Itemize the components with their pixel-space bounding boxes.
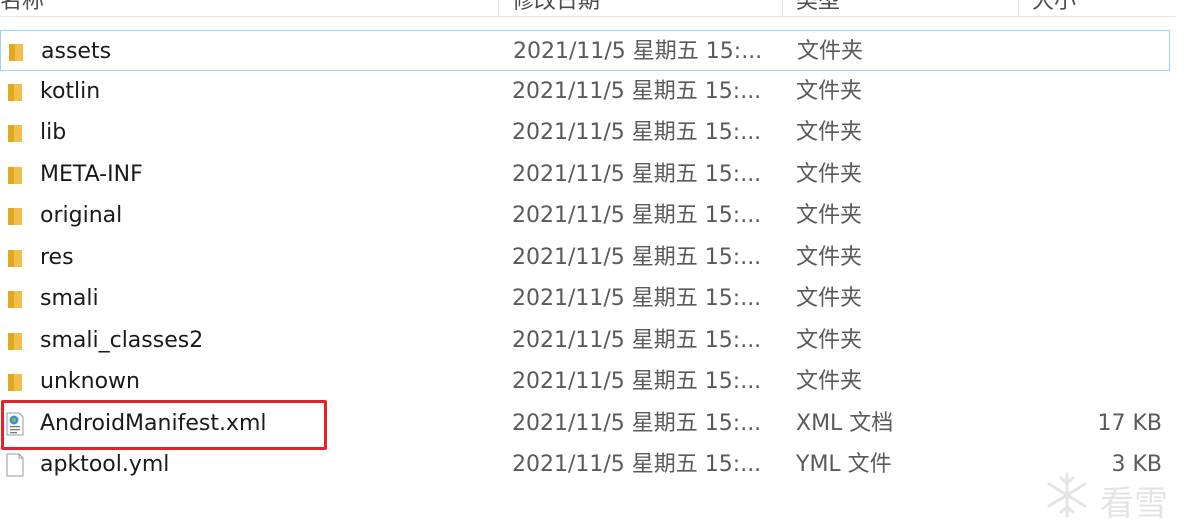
column-header-date[interactable]: 修改日期 [512, 0, 600, 14]
file-type: 文件夹 [797, 39, 864, 64]
file-name: assets [41, 39, 112, 64]
column-header-bar: 名称 修改日期 类型 大小 [0, 0, 1176, 17]
file-size: 17 KB [1097, 411, 1162, 436]
file-date: 2021/11/5 星期五 15:... [513, 39, 763, 64]
file-type: XML 文档 [796, 411, 894, 436]
file-type: YML 文件 [796, 452, 892, 477]
file-date: 2021/11/5 星期五 15:... [512, 328, 762, 353]
file-type: 文件夹 [796, 369, 863, 394]
file-name: original [40, 203, 123, 228]
file-type: 文件夹 [796, 162, 863, 187]
highlight-box [1, 400, 327, 450]
file-type: 文件夹 [796, 286, 863, 311]
file-date: 2021/11/5 星期五 15:... [512, 120, 762, 145]
folder-icon [8, 84, 22, 101]
file-date: 2021/11/5 星期五 15:... [512, 203, 762, 228]
file-date: 2021/11/5 星期五 15:... [512, 286, 762, 311]
file-name: META-INF [40, 162, 143, 187]
column-header-type[interactable]: 类型 [796, 0, 840, 14]
file-name: smali_classes2 [40, 328, 204, 353]
watermark: 看雪 [1042, 470, 1192, 524]
file-row-assets[interactable]: assets 2021/11/5 星期五 15:... 文件夹 [0, 30, 1170, 71]
file-date: 2021/11/5 星期五 15:... [512, 79, 762, 104]
file-row-lib[interactable]: lib 2021/11/5 星期五 15:... 文件夹 [0, 112, 1170, 153]
file-type: 文件夹 [796, 328, 863, 353]
file-name: unknown [40, 369, 140, 394]
file-row-res[interactable]: res 2021/11/5 星期五 15:... 文件夹 [0, 237, 1170, 278]
file-name: smali [40, 286, 99, 311]
snowflake-icon [1047, 472, 1087, 518]
file-row-apktool[interactable]: apktool.yml 2021/11/5 星期五 15:... YML 文件 … [0, 444, 1170, 485]
column-header-name[interactable]: 名称 [0, 0, 44, 14]
column-header-size[interactable]: 大小 [1032, 0, 1076, 14]
file-type: 文件夹 [796, 203, 863, 228]
file-date: 2021/11/5 星期五 15:... [512, 162, 762, 187]
folder-icon [8, 291, 22, 308]
column-divider[interactable] [782, 0, 783, 16]
file-date: 2021/11/5 星期五 15:... [512, 245, 762, 270]
watermark-text: 看雪 [1100, 484, 1168, 524]
file-date: 2021/11/5 星期五 15:... [512, 452, 762, 477]
folder-icon [8, 333, 22, 350]
file-type: 文件夹 [796, 79, 863, 104]
blank-file-icon [6, 453, 24, 477]
file-row-meta-inf[interactable]: META-INF 2021/11/5 星期五 15:... 文件夹 [0, 154, 1170, 195]
file-name: kotlin [40, 79, 101, 104]
file-row-original[interactable]: original 2021/11/5 星期五 15:... 文件夹 [0, 195, 1170, 236]
folder-icon [8, 208, 22, 225]
file-name: lib [40, 120, 67, 145]
column-divider[interactable] [498, 0, 499, 16]
file-type: 文件夹 [796, 245, 863, 270]
file-row-smali-classes2[interactable]: smali_classes2 2021/11/5 星期五 15:... 文件夹 [0, 320, 1170, 361]
file-name: res [40, 245, 74, 270]
file-row-kotlin[interactable]: kotlin 2021/11/5 星期五 15:... 文件夹 [0, 71, 1170, 112]
file-row-smali[interactable]: smali 2021/11/5 星期五 15:... 文件夹 [0, 278, 1170, 319]
file-type: 文件夹 [796, 120, 863, 145]
folder-icon [8, 167, 22, 184]
file-date: 2021/11/5 星期五 15:... [512, 411, 762, 436]
folder-icon [8, 374, 22, 391]
column-divider[interactable] [1018, 0, 1019, 16]
folder-icon [8, 125, 22, 142]
file-row-unknown[interactable]: unknown 2021/11/5 星期五 15:... 文件夹 [0, 361, 1170, 402]
file-name: apktool.yml [40, 452, 170, 477]
file-date: 2021/11/5 星期五 15:... [512, 369, 762, 394]
folder-icon [8, 250, 22, 267]
folder-icon [9, 44, 23, 61]
